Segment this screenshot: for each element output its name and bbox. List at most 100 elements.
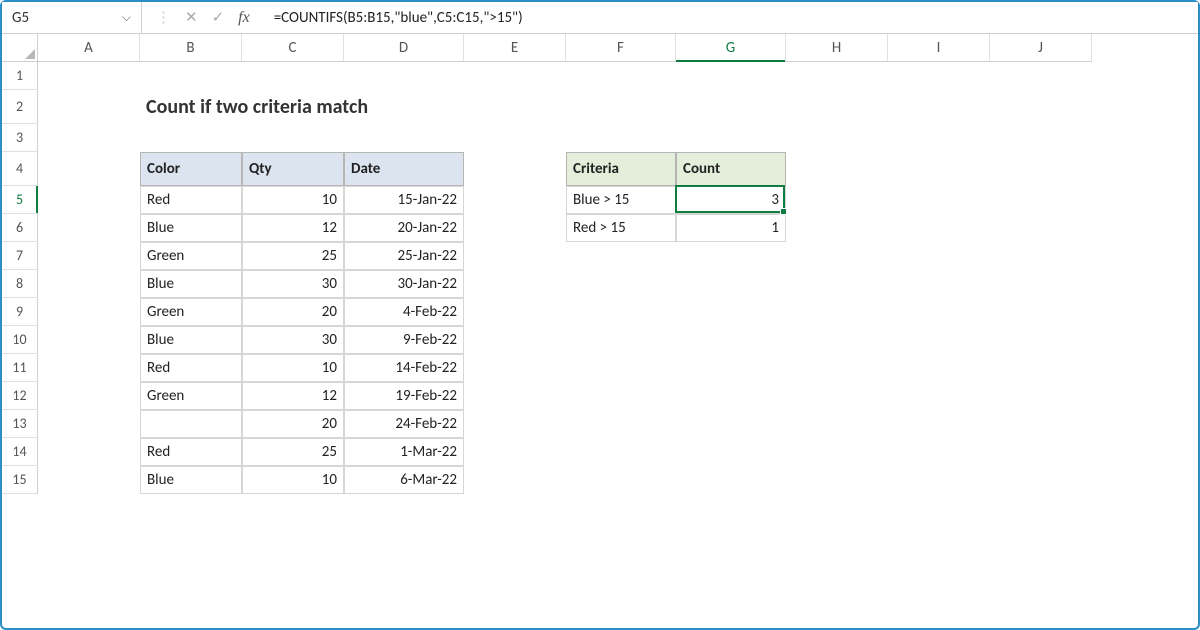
cell-A13[interactable] xyxy=(38,410,140,438)
cell-B1[interactable] xyxy=(140,62,242,90)
row-header-6[interactable]: 6 xyxy=(2,214,38,242)
cell-I5[interactable] xyxy=(888,186,990,214)
cell-C2[interactable] xyxy=(242,90,344,124)
cell-H14[interactable] xyxy=(786,438,888,466)
cell-D9[interactable]: 4-Feb-22 xyxy=(344,298,464,326)
cell-C10[interactable]: 30 xyxy=(242,326,344,354)
cell-B8[interactable]: Blue xyxy=(140,270,242,298)
row-header-9[interactable]: 9 xyxy=(2,298,38,326)
cell-D15[interactable]: 6-Mar-22 xyxy=(344,466,464,494)
row-header-15[interactable]: 15 xyxy=(2,466,38,494)
col-header-E[interactable]: E xyxy=(464,34,566,62)
cell-I12[interactable] xyxy=(888,382,990,410)
cell-F4[interactable]: Criteria xyxy=(566,152,676,186)
cell-G5[interactable]: 3 xyxy=(676,186,786,214)
cell-A10[interactable] xyxy=(38,326,140,354)
cell-A14[interactable] xyxy=(38,438,140,466)
cell-C12[interactable]: 12 xyxy=(242,382,344,410)
cell-E14[interactable] xyxy=(464,438,566,466)
cell-D7[interactable]: 25-Jan-22 xyxy=(344,242,464,270)
cell-H1[interactable] xyxy=(786,62,888,90)
cell-B15[interactable]: Blue xyxy=(140,466,242,494)
cell-A6[interactable] xyxy=(38,214,140,242)
cell-C7[interactable]: 25 xyxy=(242,242,344,270)
cell-D8[interactable]: 30-Jan-22 xyxy=(344,270,464,298)
cell-H13[interactable] xyxy=(786,410,888,438)
cell-F1[interactable] xyxy=(566,62,676,90)
cell-J13[interactable] xyxy=(990,410,1092,438)
fx-icon[interactable]: fx xyxy=(238,9,250,27)
cell-E9[interactable] xyxy=(464,298,566,326)
cell-E15[interactable] xyxy=(464,466,566,494)
cell-A2[interactable] xyxy=(38,90,140,124)
cell-B5[interactable]: Red xyxy=(140,186,242,214)
cell-A11[interactable] xyxy=(38,354,140,382)
cell-I13[interactable] xyxy=(888,410,990,438)
cell-J3[interactable] xyxy=(990,124,1092,152)
cell-H15[interactable] xyxy=(786,466,888,494)
cell-G15[interactable] xyxy=(676,466,786,494)
cell-F10[interactable] xyxy=(566,326,676,354)
cell-A4[interactable] xyxy=(38,152,140,186)
cell-A1[interactable] xyxy=(38,62,140,90)
cell-E11[interactable] xyxy=(464,354,566,382)
cell-I14[interactable] xyxy=(888,438,990,466)
row-header-10[interactable]: 10 xyxy=(2,326,38,354)
cancel-icon[interactable]: ✕ xyxy=(185,8,198,27)
cell-C13[interactable]: 20 xyxy=(242,410,344,438)
formula-input[interactable]: =COUNTIFS(B5:B15,"blue",C5:C15,">15") xyxy=(264,2,1198,33)
cell-E6[interactable] xyxy=(464,214,566,242)
cell-J2[interactable] xyxy=(990,90,1092,124)
cell-C6[interactable]: 12 xyxy=(242,214,344,242)
cell-G13[interactable] xyxy=(676,410,786,438)
cell-I11[interactable] xyxy=(888,354,990,382)
cell-C14[interactable]: 25 xyxy=(242,438,344,466)
cell-J6[interactable] xyxy=(990,214,1092,242)
cell-J14[interactable] xyxy=(990,438,1092,466)
cell-D13[interactable]: 24-Feb-22 xyxy=(344,410,464,438)
cell-G8[interactable] xyxy=(676,270,786,298)
cell-B7[interactable]: Green xyxy=(140,242,242,270)
cell-J11[interactable] xyxy=(990,354,1092,382)
cell-F8[interactable] xyxy=(566,270,676,298)
cell-F9[interactable] xyxy=(566,298,676,326)
cell-I7[interactable] xyxy=(888,242,990,270)
cell-A15[interactable] xyxy=(38,466,140,494)
cell-G9[interactable] xyxy=(676,298,786,326)
col-header-A[interactable]: A xyxy=(38,34,140,62)
cell-D3[interactable] xyxy=(344,124,464,152)
select-all-corner[interactable] xyxy=(2,34,38,62)
col-header-C[interactable]: C xyxy=(242,34,344,62)
cell-D4[interactable]: Date xyxy=(344,152,464,186)
cell-H9[interactable] xyxy=(786,298,888,326)
row-header-1[interactable]: 1 xyxy=(2,62,38,90)
cell-H12[interactable] xyxy=(786,382,888,410)
cell-H6[interactable] xyxy=(786,214,888,242)
cell-E12[interactable] xyxy=(464,382,566,410)
cell-J8[interactable] xyxy=(990,270,1092,298)
cell-B12[interactable]: Green xyxy=(140,382,242,410)
cell-A7[interactable] xyxy=(38,242,140,270)
cell-F6[interactable]: Red > 15 xyxy=(566,214,676,242)
chevron-down-icon[interactable]: ⌵ xyxy=(122,11,131,25)
cell-I8[interactable] xyxy=(888,270,990,298)
cell-G7[interactable] xyxy=(676,242,786,270)
cell-D14[interactable]: 1-Mar-22 xyxy=(344,438,464,466)
cell-B2[interactable]: Count if two criteria match xyxy=(140,90,242,124)
cell-G6[interactable]: 1 xyxy=(676,214,786,242)
cell-G4[interactable]: Count xyxy=(676,152,786,186)
cell-I2[interactable] xyxy=(888,90,990,124)
cell-A3[interactable] xyxy=(38,124,140,152)
cell-B10[interactable]: Blue xyxy=(140,326,242,354)
cell-C15[interactable]: 10 xyxy=(242,466,344,494)
cell-H4[interactable] xyxy=(786,152,888,186)
cell-G11[interactable] xyxy=(676,354,786,382)
cell-F3[interactable] xyxy=(566,124,676,152)
cell-H11[interactable] xyxy=(786,354,888,382)
cell-F13[interactable] xyxy=(566,410,676,438)
col-header-D[interactable]: D xyxy=(344,34,464,62)
cell-H8[interactable] xyxy=(786,270,888,298)
cell-F7[interactable] xyxy=(566,242,676,270)
cell-I9[interactable] xyxy=(888,298,990,326)
cell-C9[interactable]: 20 xyxy=(242,298,344,326)
